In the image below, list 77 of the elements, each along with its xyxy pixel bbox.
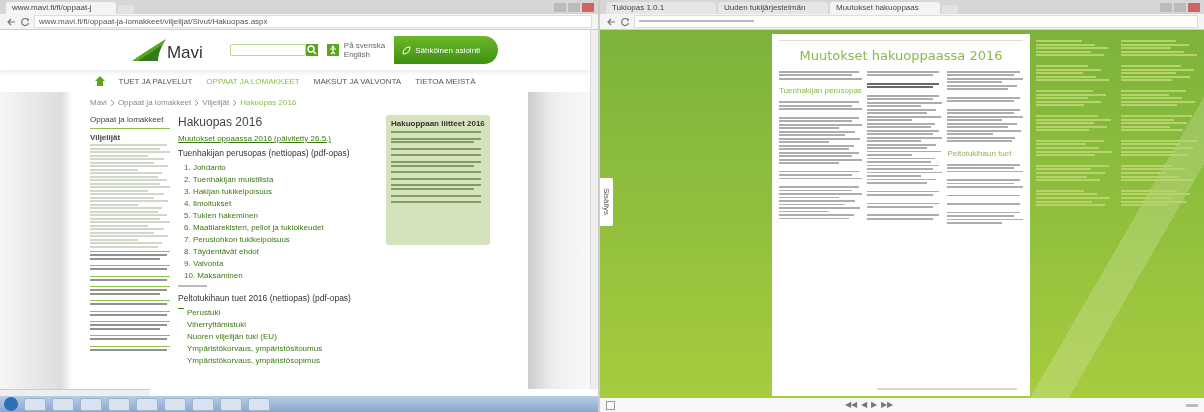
- page-title: Hakuopas 2016: [178, 115, 264, 129]
- section-heading: Tuenhakijan perusopas (nettiopas) (pdf-opas): [178, 148, 351, 159]
- address-field[interactable]: www.mavi.fi/fi/oppaat-ja-lomakkeet/viljelijat/Sivut/Hakuopas.aspx: [34, 15, 592, 28]
- guide-link[interactable]: Viherryttämistuki: [187, 319, 246, 330]
- guide-link[interactable]: 10. Maksaminen: [184, 271, 368, 281]
- pager-button[interactable]: ▶▶: [881, 400, 893, 410]
- reload-icon: [620, 16, 630, 27]
- person-icon: [328, 45, 337, 55]
- search-field[interactable]: [229, 44, 306, 56]
- taskbar-app-icon[interactable]: [108, 397, 130, 411]
- taskbar-app-icon[interactable]: [52, 397, 74, 411]
- breadcrumb-link[interactable]: Oppaat ja lomakkeet: [117, 98, 192, 107]
- e-service-button[interactable]: Sähköinen asiointi: [394, 36, 499, 64]
- language-link[interactable]: På svenska: [343, 41, 386, 50]
- guide-link[interactable]: 7. Peruslohkon tukikelpoisuus: [184, 235, 368, 245]
- guide-link[interactable]: Nuoren viljelijän tuki (EU): [187, 331, 277, 342]
- chevron-icon: [109, 98, 115, 107]
- browser-tab[interactable]: Muutokset hakuoppaas: [830, 2, 940, 14]
- browser-tab[interactable]: Uuden tukijärjestelmän: [718, 2, 828, 14]
- blurred-text-drawing: [178, 285, 208, 289]
- back-icon: [6, 16, 16, 27]
- nav-link[interactable]: TIETOA MEISTÄ: [415, 76, 476, 86]
- new-tab-button[interactable]: [118, 5, 134, 14]
- guide-link[interactable]: Ympäristökorvaus, ympäristösopimus: [187, 355, 320, 366]
- pager-button[interactable]: ◀◀: [845, 400, 857, 410]
- guide-link[interactable]: Ympäristökorvaus, ympäristösitoumus: [187, 343, 323, 354]
- guide-link[interactable]: 4. Ilmoitukset: [184, 199, 368, 209]
- taskbar-app-icon[interactable]: [164, 397, 186, 411]
- taskbar-app-icon[interactable]: [24, 397, 46, 411]
- guide-link[interactable]: 3. Hakijan tukikelpoisuus: [184, 187, 368, 197]
- sidebar-title: Oppaat ja lomakkeet: [90, 115, 170, 129]
- chevron-icon: [194, 98, 200, 107]
- guide-link[interactable]: 9. Valvonta: [184, 259, 368, 269]
- guide-link[interactable]: 2. Tuenhakijan muistilista: [184, 175, 368, 185]
- panel-title: Hakuoppaan liitteet 2016: [391, 119, 485, 128]
- reload-icon: [20, 16, 30, 27]
- leaf-icon: [402, 45, 412, 55]
- breadcrumb-link[interactable]: Mavi: [90, 98, 107, 107]
- section-heading: Tuenhakijan perusopas: [779, 86, 862, 97]
- page-number-drawing: [1186, 403, 1198, 407]
- breadcrumb-link[interactable]: Viljelijät: [202, 98, 230, 107]
- guide-link[interactable]: 8. Täydentävät ehdot: [184, 247, 368, 257]
- taskbar-app-icon[interactable]: [192, 397, 214, 411]
- nav-link[interactable]: MAKSUT JA VALVONTA: [313, 76, 402, 86]
- start-button[interactable]: [4, 397, 18, 411]
- contents-tab[interactable]: Sisällys: [600, 178, 613, 226]
- section-heading: Peltotukihaun tuet: [947, 148, 1013, 159]
- taskbar-app-icon[interactable]: [248, 397, 270, 411]
- window-controls-drawing: [554, 3, 594, 12]
- guide-link[interactable]: 5. Tukien hakeminen: [184, 211, 368, 221]
- search-icon: [306, 45, 317, 55]
- taskbar-app-icon[interactable]: [80, 397, 102, 411]
- guide-link[interactable]: Perustuki: [187, 307, 221, 318]
- accessibility-button[interactable]: [326, 44, 339, 56]
- taskbar-app-icon[interactable]: [136, 397, 158, 411]
- thumbnail-button[interactable]: [606, 400, 615, 410]
- nav-link[interactable]: TUET JA PALVELUT: [118, 76, 193, 86]
- pager-button[interactable]: ▶: [871, 400, 877, 410]
- guide-link[interactable]: 1. Johdanto: [184, 163, 368, 173]
- home-icon: [94, 76, 105, 86]
- language-link[interactable]: English: [343, 50, 386, 59]
- chevron-icon: [232, 98, 238, 107]
- address-field[interactable]: [634, 15, 1198, 28]
- scrollbar[interactable]: [590, 30, 598, 389]
- taskbar-app-icon[interactable]: [220, 397, 242, 411]
- browser-tab[interactable]: Tukiopas 1.0.1: [606, 2, 716, 14]
- leaf-logo-icon: [131, 39, 166, 61]
- pager-button[interactable]: ◀: [861, 400, 867, 410]
- logo-text: Mavi: [166, 44, 203, 61]
- window-controls-drawing: [1160, 3, 1200, 12]
- new-tab-button[interactable]: [942, 5, 958, 14]
- changes-link[interactable]: Muutokset oppaassa 2016 (päivitetty 26.5.): [178, 134, 368, 144]
- back-icon: [606, 16, 616, 27]
- guide-link[interactable]: 6. Maatilarekisteri, pellot ja tukioikeudet: [184, 223, 368, 233]
- browser-tab[interactable]: www.mavi.fi/fi/oppaat-j: [6, 2, 116, 14]
- sidebar-link[interactable]: Viljelijät: [90, 133, 170, 142]
- section-heading: Peltotukihaun tuet 2016 (nettiopas) (pdf-opas): [178, 292, 352, 304]
